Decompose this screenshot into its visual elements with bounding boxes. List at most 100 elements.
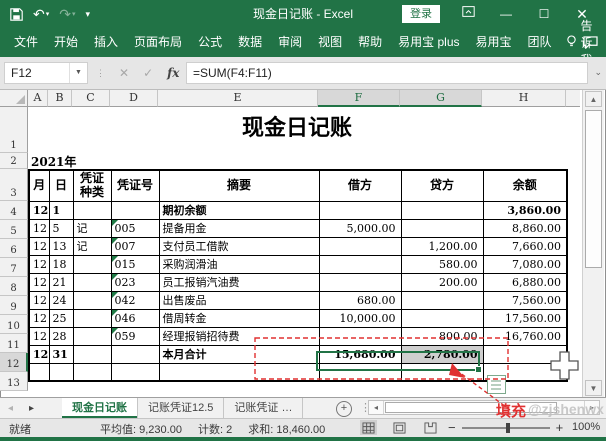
maximize-button[interactable]: ☐ <box>530 0 558 28</box>
cell-balance-row5[interactable]: 8,860.00 <box>483 219 567 237</box>
cell-debit-row8[interactable] <box>319 273 401 291</box>
ribbon-tab-6[interactable]: 审阅 <box>270 28 310 57</box>
ledger-header-2[interactable]: 凭证种类 <box>73 170 111 201</box>
cell-day-row12[interactable]: 31 <box>49 345 73 363</box>
login-button[interactable]: 登录 <box>402 5 440 23</box>
column-header-B[interactable]: B <box>48 90 72 107</box>
row-header-13[interactable]: 13 <box>0 372 28 391</box>
row-header-8[interactable]: 8 <box>0 277 28 296</box>
cell-month-row4[interactable]: 12 <box>29 201 49 219</box>
sheet-tab-2[interactable]: 记账凭证 … <box>224 398 303 418</box>
cell-desc-row9[interactable]: 出售废品 <box>159 291 319 309</box>
row-header-2[interactable]: 2 <box>0 153 28 169</box>
scroll-down-icon[interactable]: ▼ <box>585 380 602 396</box>
ledger-header-0[interactable]: 月 <box>29 170 49 201</box>
cell-debit-row6[interactable] <box>319 237 401 255</box>
cell-debit-row5[interactable]: 5,000.00 <box>319 219 401 237</box>
cell-month-row8[interactable]: 12 <box>29 273 49 291</box>
zoom-slider-thumb[interactable] <box>506 423 510 433</box>
cell-desc-row10[interactable]: 借周转金 <box>159 309 319 327</box>
cell-credit-row4[interactable] <box>401 201 483 219</box>
feedback-icon[interactable] <box>583 28 598 57</box>
cell-no-row6[interactable]: 007 <box>111 237 159 255</box>
column-header-G[interactable]: G <box>400 90 482 107</box>
ledger-header-7[interactable]: 余额 <box>483 170 567 201</box>
cell-no-row5[interactable]: 005 <box>111 219 159 237</box>
formula-bar-expand-icon[interactable]: ⌄ <box>594 67 602 78</box>
autofill-options-button[interactable] <box>487 375 506 394</box>
cell-month-row12[interactable]: 12 <box>29 345 49 363</box>
cell-no-row7[interactable]: 015 <box>111 255 159 273</box>
cell-no-row9[interactable]: 042 <box>111 291 159 309</box>
new-sheet-icon[interactable]: + <box>336 401 352 417</box>
sheet-tab-active[interactable]: 现金日记账 <box>62 398 138 418</box>
cell-debit-row11[interactable] <box>319 327 401 345</box>
cell-balance-row8[interactable]: 6,880.00 <box>483 273 567 291</box>
column-header-H[interactable]: H <box>482 90 566 107</box>
row-header-6[interactable]: 6 <box>0 239 28 258</box>
cell-day-row10[interactable]: 25 <box>49 309 73 327</box>
ribbon-tab-4[interactable]: 公式 <box>190 28 230 57</box>
cell-credit-row5[interactable] <box>401 219 483 237</box>
cell-type-row6[interactable]: 记 <box>73 237 111 255</box>
ribbon-tab-2[interactable]: 插入 <box>86 28 126 57</box>
cell-month-row6[interactable]: 12 <box>29 237 49 255</box>
row-header-1[interactable]: 1 <box>0 107 28 153</box>
sheet-tab-1[interactable]: 记账凭证12.5 <box>138 398 224 418</box>
cell-selection-F12-G12[interactable] <box>316 351 480 371</box>
cell-no-row4[interactable] <box>111 201 159 219</box>
page-layout-view-icon[interactable] <box>391 420 408 435</box>
ribbon-tab-11[interactable]: 团队 <box>520 28 560 57</box>
cell-type-row9[interactable] <box>73 291 111 309</box>
cell-credit-row9[interactable] <box>401 291 483 309</box>
ledger-header-1[interactable]: 日 <box>49 170 73 201</box>
cell-credit-row8[interactable]: 200.00 <box>401 273 483 291</box>
cell-debit-row7[interactable] <box>319 255 401 273</box>
cell-balance-row9[interactable]: 7,560.00 <box>483 291 567 309</box>
normal-view-icon[interactable] <box>360 420 377 435</box>
ledger-header-6[interactable]: 贷方 <box>401 170 483 201</box>
cell-no-row10[interactable]: 046 <box>111 309 159 327</box>
cell-desc-row6[interactable]: 支付员工借款 <box>159 237 319 255</box>
cash-journal-table[interactable]: 月日凭证种类凭证号摘要借方贷方余额 121期初余额3,860.00125记005… <box>28 169 568 382</box>
column-header-A[interactable]: A <box>28 90 48 107</box>
cell-no-row13[interactable] <box>111 363 159 381</box>
cell-desc-row12[interactable]: 本月合计 <box>159 345 319 363</box>
zoom-slider[interactable] <box>462 427 550 429</box>
cell-no-row8[interactable]: 023 <box>111 273 159 291</box>
zoom-level[interactable]: 100% <box>572 421 600 433</box>
cell-type-row10[interactable] <box>73 309 111 327</box>
next-sheet-icon[interactable]: ▸ <box>29 403 34 414</box>
cell-month-row13[interactable] <box>29 363 49 381</box>
zoom-out-icon[interactable]: − <box>448 420 456 435</box>
cell-balance-row12[interactable] <box>483 345 567 363</box>
cell-month-row10[interactable]: 12 <box>29 309 49 327</box>
cell-type-row5[interactable]: 记 <box>73 219 111 237</box>
ledger-header-4[interactable]: 摘要 <box>159 170 319 201</box>
ribbon-tab-5[interactable]: 数据 <box>230 28 270 57</box>
ribbon-tab-0[interactable]: 文件 <box>6 28 46 57</box>
ledger-title-cell[interactable]: 现金日记账 <box>28 110 566 142</box>
ribbon-tab-3[interactable]: 页面布局 <box>126 28 190 57</box>
cell-type-row4[interactable] <box>73 201 111 219</box>
cell-month-row11[interactable]: 12 <box>29 327 49 345</box>
ledger-header-5[interactable]: 借方 <box>319 170 401 201</box>
ribbon-tab-1[interactable]: 开始 <box>46 28 86 57</box>
ribbon-tab-7[interactable]: 视图 <box>310 28 350 57</box>
cell-credit-row7[interactable]: 580.00 <box>401 255 483 273</box>
cell-desc-row5[interactable]: 提备用金 <box>159 219 319 237</box>
vertical-scrollbar[interactable]: ▲ ▼ <box>582 90 604 397</box>
cell-type-row11[interactable] <box>73 327 111 345</box>
cell-month-row9[interactable]: 12 <box>29 291 49 309</box>
cell-type-row13[interactable] <box>73 363 111 381</box>
ribbon-display-options-icon[interactable] <box>454 0 482 28</box>
cell-balance-row11[interactable]: 16,760.00 <box>483 327 567 345</box>
cell-credit-row6[interactable]: 1,200.00 <box>401 237 483 255</box>
column-header-C[interactable]: C <box>72 90 110 107</box>
ribbon-tab-9[interactable]: 易用宝 plus <box>390 28 467 57</box>
cell-type-row7[interactable] <box>73 255 111 273</box>
cell-desc-row8[interactable]: 员工报销汽油费 <box>159 273 319 291</box>
row-header-12[interactable]: 12 <box>0 353 28 372</box>
zoom-in-icon[interactable]: + <box>556 420 564 435</box>
column-header-F[interactable]: F <box>318 90 400 107</box>
